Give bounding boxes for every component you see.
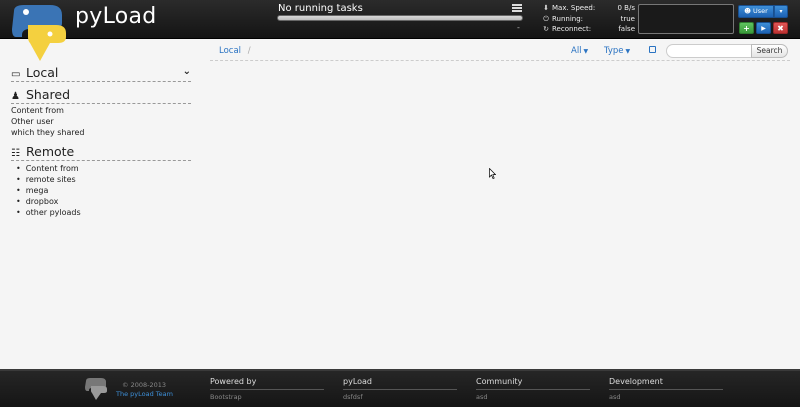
- stat-max-speed: ⬇ Max. Speed: 0 B/s: [542, 4, 635, 15]
- hdd-icon: ▭: [11, 69, 21, 80]
- task-progress-bar: [277, 15, 523, 21]
- shared-desc-line: which they shared: [11, 127, 85, 137]
- footer-column-link[interactable]: dsfdsf: [343, 393, 457, 401]
- user-dropdown-button[interactable]: ▾: [774, 5, 788, 18]
- sitemap-icon: ☷: [11, 148, 20, 159]
- breadcrumb-separator: /: [247, 46, 251, 56]
- log-box: [638, 4, 734, 34]
- sidebar-remote[interactable]: ☷ Remote: [11, 144, 191, 161]
- search-button[interactable]: Search: [751, 44, 788, 58]
- remote-list: Content from remote sites mega dropbox o…: [16, 163, 81, 218]
- add-package-button[interactable]: +: [739, 22, 754, 34]
- tasks-status: No running tasks: [278, 3, 363, 14]
- footer-column-link[interactable]: asd: [609, 393, 723, 401]
- power-icon: ⏻: [543, 14, 549, 23]
- stat-label: Max. Speed:: [552, 4, 596, 12]
- sidebar-remote-title: Remote: [26, 144, 75, 159]
- list-item: remote sites: [16, 174, 81, 185]
- stat-label: Running:: [552, 14, 584, 23]
- copyright-text: © 2008-2013: [122, 381, 166, 389]
- list-item: dropbox: [16, 196, 81, 207]
- stat-value: 0 B/s: [617, 4, 636, 12]
- pyload-logo-icon[interactable]: [10, 3, 68, 63]
- list-item: Content from: [16, 163, 81, 174]
- stats-panel: ⬇ Max. Speed: 0 B/s ⏻ Running: true ↻ Re…: [542, 4, 635, 36]
- team-link[interactable]: The pyLoad Team: [116, 390, 173, 399]
- user-button[interactable]: ☻ User: [738, 5, 774, 18]
- stat-reconnect[interactable]: ↻ Reconnect: false: [542, 25, 635, 36]
- footer-column-title: Community: [476, 377, 590, 390]
- toolbar-divider: [210, 60, 790, 61]
- shared-desc-line: Other user: [11, 116, 54, 126]
- footer-column: Community asd: [476, 377, 590, 401]
- app-title: pyLoad: [75, 4, 157, 29]
- filter-type-dropdown[interactable]: Type ▼: [604, 46, 630, 56]
- list-item: mega: [16, 185, 81, 196]
- caret-down-icon: ▾: [779, 8, 783, 15]
- chevron-down-icon[interactable]: ⌄: [183, 66, 191, 77]
- select-all-checkbox[interactable]: [649, 46, 656, 53]
- filter-type-label: Type: [604, 46, 624, 56]
- top-navbar: pyLoad No running tasks - ⬇ Max. Speed: …: [0, 0, 800, 61]
- stop-button[interactable]: ✖: [773, 22, 788, 34]
- group-icon: ♟: [11, 91, 20, 102]
- footer-column-title: pyLoad: [343, 377, 457, 390]
- sidebar-local-title: Local: [26, 65, 59, 80]
- list-icon[interactable]: [512, 4, 522, 13]
- footer: © 2008-2013 The pyLoad Team Powered by B…: [0, 369, 800, 407]
- sidebar-shared[interactable]: ♟ Shared: [11, 87, 191, 104]
- footer-column: Powered by Bootstrap: [210, 377, 324, 401]
- caret-down-icon: ▼: [583, 48, 589, 55]
- stat-running[interactable]: ⏻ Running: true: [542, 15, 635, 26]
- pyload-footer-logo-icon: [85, 378, 107, 400]
- download-icon: ⬇: [543, 4, 549, 12]
- sidebar-local[interactable]: ▭ Local ⌄: [11, 65, 191, 82]
- shared-description: Content from Other user which they share…: [11, 106, 85, 138]
- user-icon: ☻: [744, 7, 751, 15]
- status-dash: -: [517, 23, 520, 32]
- stat-value: true: [620, 14, 635, 23]
- stat-value: false: [618, 25, 635, 33]
- stat-label: Reconnect:: [552, 25, 592, 33]
- footer-column-link[interactable]: asd: [476, 393, 590, 401]
- refresh-icon: ↻: [543, 25, 549, 33]
- play-button[interactable]: ▶: [756, 22, 771, 34]
- sidebar-shared-title: Shared: [26, 87, 71, 102]
- footer-column: Development asd: [609, 377, 723, 401]
- footer-column: pyLoad dsfdsf: [343, 377, 457, 401]
- mouse-cursor-icon: [489, 168, 496, 179]
- shared-desc-line: Content from: [11, 106, 64, 115]
- breadcrumb: Local /: [219, 46, 251, 56]
- footer-column-title: Powered by: [210, 377, 324, 390]
- filter-all-label: All: [571, 46, 582, 56]
- footer-column-link[interactable]: Bootstrap: [210, 393, 324, 401]
- footer-column-title: Development: [609, 377, 723, 390]
- filter-all-dropdown[interactable]: All ▼: [571, 46, 588, 56]
- copyright: © 2008-2013 The pyLoad Team: [116, 381, 173, 399]
- caret-down-icon: ▼: [625, 48, 631, 55]
- search-input[interactable]: [666, 44, 752, 58]
- user-label: User: [753, 7, 768, 15]
- list-item: other pyloads: [16, 207, 81, 218]
- breadcrumb-local[interactable]: Local: [219, 46, 241, 56]
